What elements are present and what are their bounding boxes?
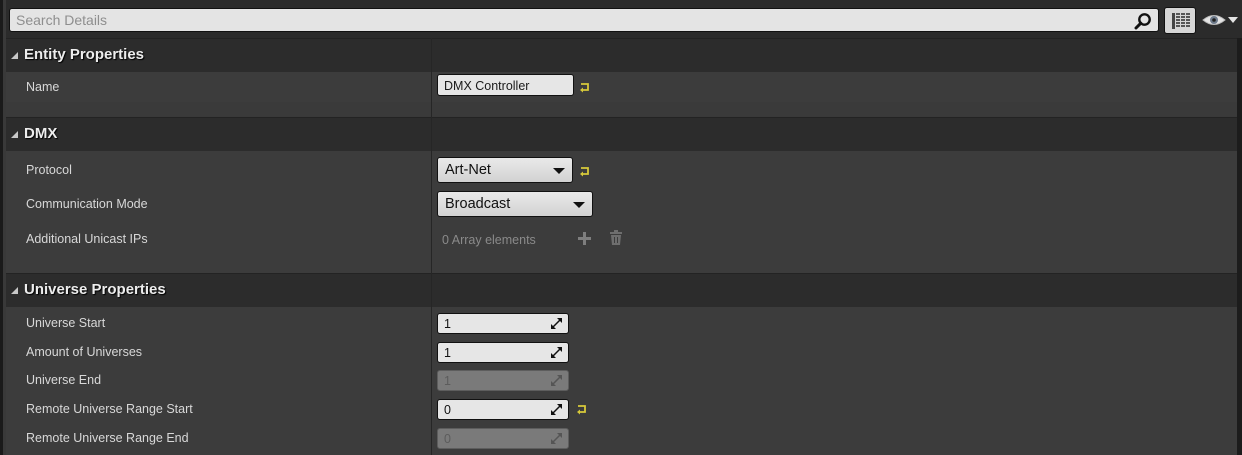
details-toolbar bbox=[6, 0, 1242, 38]
scrollbar[interactable] bbox=[1237, 38, 1242, 455]
spin-drag-icon[interactable] bbox=[551, 404, 562, 415]
number-value: 1 bbox=[444, 317, 451, 331]
number-value: 1 bbox=[444, 374, 451, 388]
property-grid: Entity Properties Name DMX Controller DM… bbox=[6, 38, 1240, 455]
spin-drag-icon bbox=[551, 433, 562, 444]
number-value: 1 bbox=[444, 346, 451, 360]
property-label: Communication Mode bbox=[26, 197, 148, 211]
property-label: Remote Universe Range End bbox=[26, 431, 189, 445]
spin-drag-icon[interactable] bbox=[551, 347, 562, 358]
spin-drag-icon bbox=[551, 375, 562, 386]
property-label: Universe Start bbox=[26, 316, 106, 330]
category-entity-properties[interactable]: Entity Properties bbox=[6, 38, 1240, 72]
reset-to-default-icon[interactable] bbox=[579, 81, 591, 93]
spin-drag-icon[interactable] bbox=[551, 318, 562, 329]
row-spacer bbox=[6, 102, 1240, 116]
eye-dropdown-icon[interactable] bbox=[1201, 9, 1241, 31]
communication-mode-dropdown[interactable]: Broadcast bbox=[437, 191, 593, 217]
column-divider[interactable] bbox=[431, 38, 432, 455]
details-panel: Entity Properties Name DMX Controller DM… bbox=[0, 0, 1242, 455]
remote-universe-range-end-field: 0 bbox=[437, 428, 569, 449]
view-options-button[interactable] bbox=[1164, 7, 1196, 34]
property-label: Remote Universe Range Start bbox=[26, 402, 193, 416]
name-text-field[interactable]: DMX Controller bbox=[437, 74, 574, 96]
chevron-down-icon bbox=[573, 202, 585, 208]
dropdown-value: Broadcast bbox=[445, 196, 511, 212]
collapse-triangle-icon[interactable] bbox=[11, 131, 18, 138]
universe-end-field: 1 bbox=[437, 370, 569, 391]
reset-to-default-icon[interactable] bbox=[579, 165, 591, 177]
category-title: DMX bbox=[24, 125, 58, 142]
category-title: Entity Properties bbox=[24, 46, 145, 63]
search-input[interactable] bbox=[16, 11, 1116, 29]
property-label: Amount of Universes bbox=[26, 345, 143, 359]
dmx-rows: Protocol Communication Mode Additional U… bbox=[6, 151, 1240, 273]
reset-to-default-icon[interactable] bbox=[576, 403, 588, 415]
category-dmx[interactable]: DMX bbox=[6, 117, 1240, 151]
add-element-icon[interactable] bbox=[577, 231, 592, 246]
search-box[interactable] bbox=[9, 8, 1159, 32]
property-label: Additional Unicast IPs bbox=[26, 232, 148, 246]
delete-all-icon[interactable] bbox=[609, 230, 623, 246]
universe-start-field[interactable]: 1 bbox=[437, 313, 569, 334]
collapse-triangle-icon[interactable] bbox=[11, 52, 18, 59]
property-label: Universe End bbox=[26, 373, 102, 387]
remote-universe-range-start-field[interactable]: 0 bbox=[437, 399, 569, 420]
number-value: 0 bbox=[444, 432, 451, 446]
protocol-dropdown[interactable]: Art-Net bbox=[437, 157, 573, 183]
grid-list-icon bbox=[1172, 13, 1190, 29]
chevron-down-icon bbox=[553, 168, 565, 174]
category-title: Universe Properties bbox=[24, 281, 166, 298]
collapse-triangle-icon[interactable] bbox=[11, 287, 18, 294]
property-label: Protocol bbox=[26, 163, 72, 177]
property-row-name: Name bbox=[6, 72, 1240, 102]
property-label: Name bbox=[26, 80, 60, 94]
search-icon[interactable] bbox=[1134, 12, 1152, 30]
array-elements-count: 0 Array elements bbox=[442, 233, 536, 247]
universe-rows: Universe Start Amount of Universes Unive… bbox=[6, 307, 1240, 455]
dropdown-value: Art-Net bbox=[445, 162, 491, 178]
amount-of-universes-field[interactable]: 1 bbox=[437, 342, 569, 363]
number-value: 0 bbox=[444, 403, 451, 417]
category-universe-properties[interactable]: Universe Properties bbox=[6, 273, 1240, 307]
